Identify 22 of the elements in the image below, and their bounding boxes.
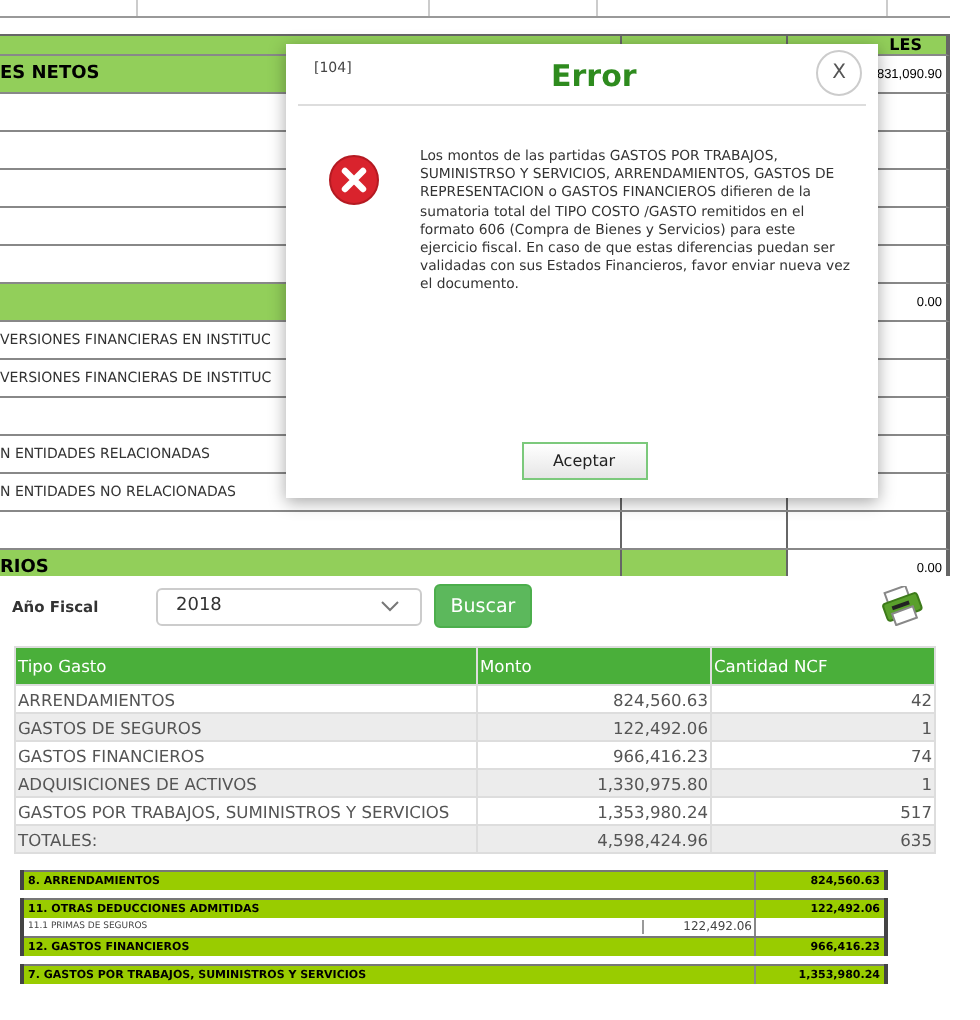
chevron-down-icon	[380, 600, 400, 612]
row-label: RIOS	[0, 558, 49, 576]
close-button[interactable]: X	[816, 50, 862, 96]
column-header: Cantidad NCF	[711, 647, 935, 685]
column-header: Monto	[477, 647, 711, 685]
table-cell: 1,330,975.80	[477, 769, 711, 797]
table-cell: TOTALES:	[15, 825, 477, 853]
table-cell: GASTOS DE SEGUROS	[15, 713, 477, 741]
table-cell: 1	[711, 769, 935, 797]
table-cell: 122,492.06	[477, 713, 711, 741]
column-header: Tipo Gasto	[15, 647, 477, 685]
error-icon	[328, 154, 380, 206]
table-cell: 1	[711, 713, 935, 741]
accept-button[interactable]: Aceptar	[521, 442, 647, 480]
table-cell: ADQUISICIONES DE ACTIVOS	[15, 769, 477, 797]
printer-icon[interactable]	[880, 586, 924, 626]
table-cell: 4,598,424.96	[477, 825, 711, 853]
year-dropdown[interactable]: 2018	[156, 587, 422, 625]
dialog-title: Error	[549, 58, 639, 94]
row-label: ES NETOS	[0, 64, 100, 84]
table-cell: 635	[711, 825, 935, 853]
column-heading: LES	[889, 36, 922, 54]
